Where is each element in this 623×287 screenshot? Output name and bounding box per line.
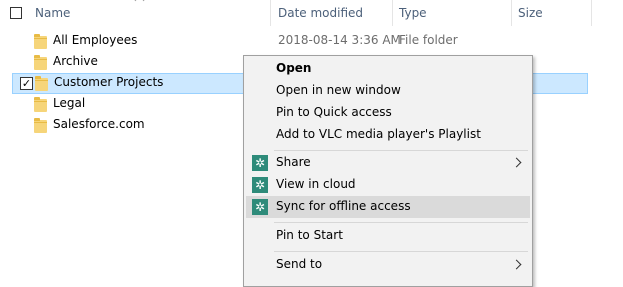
submenu-arrow-icon xyxy=(511,157,522,168)
menu-item-label: Sync for offline access xyxy=(276,199,411,213)
folder-icon xyxy=(34,55,47,70)
cloud-sync-icon: ✲ xyxy=(252,199,268,215)
menu-item-label: Open xyxy=(276,61,312,75)
menu-item-pin-to-start[interactable]: Pin to Start xyxy=(246,225,530,247)
file-name: Salesforce.com xyxy=(53,117,145,131)
menu-item-label: Send to xyxy=(276,257,323,271)
menu-separator xyxy=(274,222,528,223)
menu-item-label: Pin to Quick access xyxy=(276,105,392,119)
cloud-sync-icon: ✲ xyxy=(252,177,268,193)
column-header-size[interactable]: Size xyxy=(518,6,543,20)
column-header-bar: Name Date modified Type Size xyxy=(0,0,623,26)
file-name: All Employees xyxy=(53,33,138,47)
menu-item-add-vlc-playlist[interactable]: Add to VLC media player's Playlist xyxy=(246,124,530,146)
column-divider[interactable] xyxy=(591,0,592,26)
file-name: Archive xyxy=(53,54,98,68)
column-header-type[interactable]: Type xyxy=(399,6,427,20)
folder-icon xyxy=(34,97,47,112)
menu-item-view-in-cloud[interactable]: ✲ View in cloud xyxy=(246,174,530,196)
file-name: Legal xyxy=(53,96,86,110)
menu-item-label: View in cloud xyxy=(276,177,356,191)
column-divider[interactable] xyxy=(392,0,393,26)
column-header-date-modified[interactable]: Date modified xyxy=(278,6,363,20)
row-checkbox-checked[interactable]: ✓ xyxy=(20,77,33,90)
menu-item-pin-quick-access[interactable]: Pin to Quick access xyxy=(246,102,530,124)
menu-item-share[interactable]: ✲ Share xyxy=(246,152,530,174)
menu-item-open[interactable]: Open xyxy=(246,58,530,80)
cloud-sync-icon: ✲ xyxy=(252,155,268,171)
file-type: File folder xyxy=(399,33,458,47)
menu-item-send-to[interactable]: Send to xyxy=(246,254,530,276)
menu-item-label: Open in new window xyxy=(276,83,401,97)
menu-separator xyxy=(274,251,528,252)
file-date-modified: 2018-08-14 3:36 AM xyxy=(278,33,401,47)
menu-item-label: Pin to Start xyxy=(276,228,343,242)
menu-item-sync-offline-access[interactable]: ✲ Sync for offline access xyxy=(246,196,530,218)
column-divider[interactable] xyxy=(270,0,271,26)
menu-separator xyxy=(274,150,528,151)
column-header-name[interactable]: Name xyxy=(35,6,70,20)
submenu-arrow-icon xyxy=(511,259,522,270)
folder-icon xyxy=(35,76,48,91)
sort-ascending-icon xyxy=(134,0,145,6)
column-divider[interactable] xyxy=(511,0,512,26)
select-all-checkbox[interactable] xyxy=(10,7,22,19)
file-row-all-employees[interactable]: All Employees 2018-08-14 3:36 AM File fo… xyxy=(0,31,588,52)
menu-item-label: Add to VLC media player's Playlist xyxy=(276,127,481,141)
context-menu: Open Open in new window Pin to Quick acc… xyxy=(243,55,533,287)
menu-item-open-new-window[interactable]: Open in new window xyxy=(246,80,530,102)
folder-icon xyxy=(34,118,47,133)
file-name: Customer Projects xyxy=(54,75,164,89)
menu-item-label: Share xyxy=(276,155,311,169)
folder-icon xyxy=(34,34,47,49)
